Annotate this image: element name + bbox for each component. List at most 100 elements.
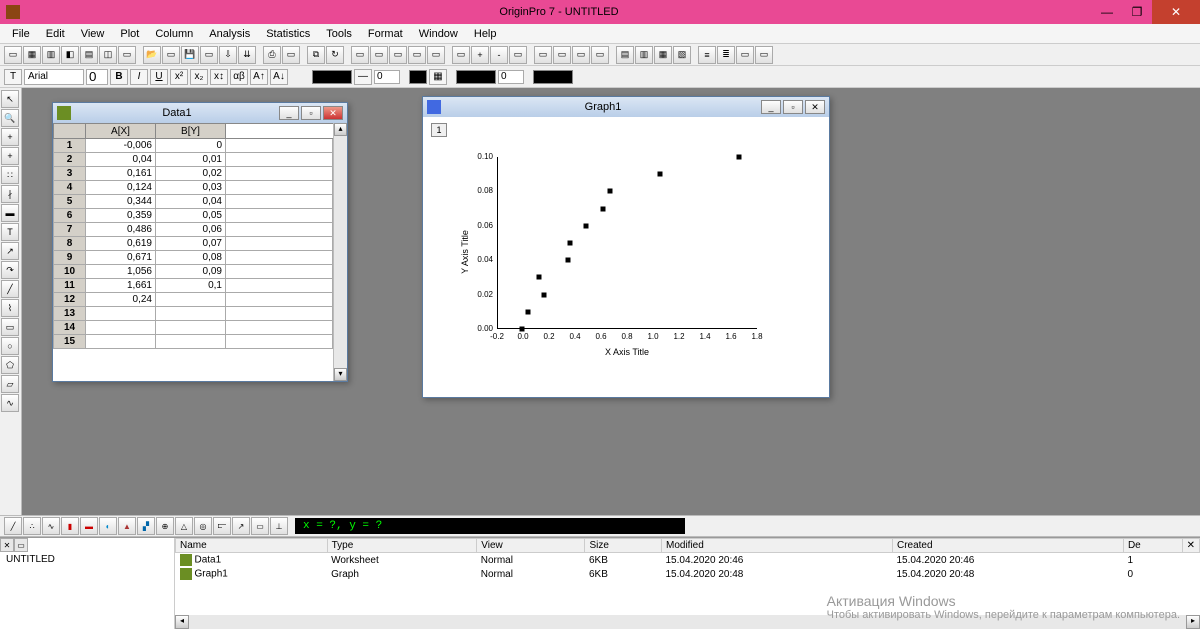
cell-a[interactable]: 0,344 <box>86 195 156 209</box>
menu-statistics[interactable]: Statistics <box>258 26 318 42</box>
column-plot-icon[interactable]: ▮ <box>61 517 79 535</box>
script-icon[interactable]: ▭ <box>427 46 445 64</box>
scroll-up-icon[interactable]: ▴ <box>334 123 347 136</box>
scroll-down-icon[interactable]: ▾ <box>334 368 347 381</box>
curved-arrow-icon[interactable]: ↷ <box>1 261 19 279</box>
font-size[interactable] <box>86 69 108 85</box>
font-select[interactable] <box>24 69 84 85</box>
row-header[interactable]: 8 <box>54 237 86 251</box>
row-header[interactable]: 15 <box>54 335 86 349</box>
data-point[interactable] <box>658 172 663 177</box>
open-template-icon[interactable]: ▭ <box>162 46 180 64</box>
expl-col-created[interactable]: Created <box>892 539 1123 553</box>
new-project-icon[interactable]: ▭ <box>4 46 22 64</box>
cell-b[interactable] <box>156 293 226 307</box>
row-header[interactable]: 1 <box>54 139 86 153</box>
superscript-icon[interactable]: x² <box>170 69 188 85</box>
list2-icon[interactable]: ≣ <box>717 46 735 64</box>
data-scrollbar[interactable]: ▴ ▾ <box>333 123 347 381</box>
cell-b[interactable]: 0,08 <box>156 251 226 265</box>
cell-a[interactable]: 0,619 <box>86 237 156 251</box>
cell-b[interactable]: 0,05 <box>156 209 226 223</box>
whole-page-icon[interactable]: ▭ <box>509 46 527 64</box>
supersub-icon[interactable]: x↕ <box>210 69 228 85</box>
data-point[interactable] <box>601 206 606 211</box>
freehand-icon[interactable]: ∿ <box>1 394 19 412</box>
explorer-close-icon[interactable]: ✕ <box>0 538 14 552</box>
menu-tools[interactable]: Tools <box>318 26 360 42</box>
cell-a[interactable] <box>86 321 156 335</box>
list3-icon[interactable]: ▭ <box>736 46 754 64</box>
template-plot-icon[interactable]: ▭ <box>251 517 269 535</box>
cell-a[interactable]: 0,04 <box>86 153 156 167</box>
zoomin-tool-icon[interactable]: + <box>1 128 19 146</box>
col-header-a[interactable]: A[X] <box>86 124 156 139</box>
cell-a[interactable]: 0,671 <box>86 251 156 265</box>
scroll-right-icon[interactable]: ▸ <box>1186 615 1200 629</box>
row-header[interactable]: 3 <box>54 167 86 181</box>
menu-edit[interactable]: Edit <box>38 26 73 42</box>
list4-icon[interactable]: ▭ <box>755 46 773 64</box>
bold-icon[interactable]: B <box>110 69 128 85</box>
menu-analysis[interactable]: Analysis <box>201 26 258 42</box>
line-width-1[interactable] <box>374 70 400 84</box>
row-header[interactable]: 2 <box>54 153 86 167</box>
explorer-row[interactable]: Graph1GraphNormal6KB15.04.2020 20:4815.0… <box>176 567 1200 581</box>
linesymbol-plot-icon[interactable]: ∿ <box>42 517 60 535</box>
cell-b[interactable] <box>156 321 226 335</box>
graph-window[interactable]: Graph1 _ ▫ ✕ 1 Y Axis Title X Axis Title… <box>422 96 830 398</box>
y-axis-label[interactable]: Y Axis Title <box>460 230 470 274</box>
cell-b[interactable] <box>156 307 226 321</box>
expl-col-modified[interactable]: Modified <box>662 539 893 553</box>
graph-close-button[interactable]: ✕ <box>805 100 825 114</box>
row-header[interactable]: 6 <box>54 209 86 223</box>
zoom-tool-icon[interactable]: 🔍 <box>1 109 19 127</box>
row-header[interactable]: 14 <box>54 321 86 335</box>
add-layer-icon[interactable]: ▭ <box>370 46 388 64</box>
minimize-button[interactable]: — <box>1092 0 1122 24</box>
smith-plot-icon[interactable]: ◎ <box>194 517 212 535</box>
new-excel-icon[interactable]: ▥ <box>42 46 60 64</box>
merge-icon[interactable]: ▭ <box>408 46 426 64</box>
bar-plot-icon[interactable]: ▬ <box>80 517 98 535</box>
subscript-icon[interactable]: x₂ <box>190 69 208 85</box>
data-minimize-button[interactable]: _ <box>279 106 299 120</box>
cell-b[interactable]: 0,09 <box>156 265 226 279</box>
increase-font-icon[interactable]: A↑ <box>250 69 268 85</box>
cell-b[interactable]: 0,07 <box>156 237 226 251</box>
zoom-in-icon[interactable]: + <box>471 46 489 64</box>
grid1-icon[interactable]: ▤ <box>616 46 634 64</box>
layer3-icon[interactable]: ▭ <box>572 46 590 64</box>
explorer-row[interactable]: Data1WorksheetNormal6KB15.04.2020 20:461… <box>176 553 1200 568</box>
close-button[interactable]: ✕ <box>1152 0 1200 24</box>
data-point[interactable] <box>520 327 525 332</box>
cell-b[interactable]: 0 <box>156 139 226 153</box>
data-point[interactable] <box>584 223 589 228</box>
maximize-button[interactable]: ❐ <box>1122 0 1152 24</box>
cell-a[interactable] <box>86 335 156 349</box>
line-plot-icon[interactable]: ╱ <box>4 517 22 535</box>
grid4-icon[interactable]: ▧ <box>673 46 691 64</box>
grid2-icon[interactable]: ▥ <box>635 46 653 64</box>
menu-view[interactable]: View <box>73 26 113 42</box>
area-plot-icon[interactable]: ▲ <box>118 517 136 535</box>
line-width-2[interactable] <box>498 70 524 84</box>
print-preview-icon[interactable]: ▭ <box>282 46 300 64</box>
col-header-b[interactable]: B[Y] <box>156 124 226 139</box>
line-tool-icon[interactable]: ╱ <box>1 280 19 298</box>
pie-plot-icon[interactable]: ◐ <box>99 517 117 535</box>
new-color-icon[interactable]: ▭ <box>351 46 369 64</box>
cell-a[interactable]: 0,486 <box>86 223 156 237</box>
data-point[interactable] <box>537 275 542 280</box>
extract-layers-icon[interactable]: ▭ <box>389 46 407 64</box>
open-icon[interactable]: 📂 <box>143 46 161 64</box>
data-point[interactable] <box>565 258 570 263</box>
menu-window[interactable]: Window <box>411 26 466 42</box>
import-icon[interactable]: ⇩ <box>219 46 237 64</box>
scatter-plot-icon[interactable]: ∴ <box>23 517 41 535</box>
cell-a[interactable] <box>86 307 156 321</box>
graph-maximize-button[interactable]: ▫ <box>783 100 803 114</box>
row-header[interactable]: 4 <box>54 181 86 195</box>
save-icon[interactable]: 💾 <box>181 46 199 64</box>
vector-plot-icon[interactable]: ↗ <box>232 517 250 535</box>
